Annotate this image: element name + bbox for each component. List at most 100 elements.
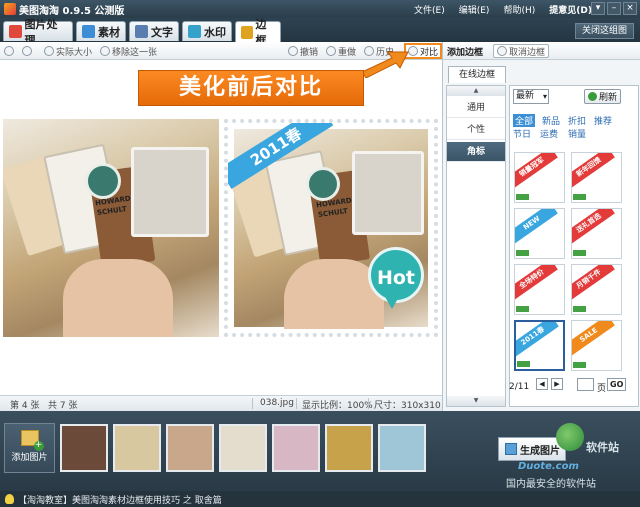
text-icon (135, 25, 148, 38)
border-thumb-new[interactable]: NEW (514, 208, 565, 259)
watermark-icon (188, 25, 201, 38)
tab-label: 素材 (98, 25, 120, 39)
film-thumb[interactable] (378, 424, 426, 472)
thumb-tag (573, 306, 586, 312)
corner-tag: 全场特价 (515, 265, 558, 301)
stamp-circle (306, 167, 340, 201)
thumb-tag (517, 361, 530, 367)
film-thumb[interactable] (272, 424, 320, 472)
border-thumb-gift[interactable]: 送礼首选 (571, 208, 622, 259)
border-thumb-bestseller[interactable]: 销量冠军 (514, 152, 565, 203)
tab-text[interactable]: 文字 (129, 21, 179, 41)
tab-label: 文字 (151, 25, 173, 39)
tab-image-processing[interactable]: 图片处理 (3, 18, 73, 47)
border-thumb-new-year[interactable]: 新年回馈 (571, 152, 622, 203)
callout-arrow-icon (362, 51, 409, 78)
corner-tag: NEW (515, 209, 558, 245)
go-page-button[interactable]: GO (607, 378, 627, 391)
menu-feedback[interactable]: 提意见(D) (549, 3, 592, 16)
undo-button[interactable]: 撤销 (288, 44, 318, 58)
prev-page-icon[interactable]: ◀ (536, 378, 548, 390)
total-pages: 共 7 张 (48, 401, 78, 411)
image-size: 尺寸：310x310 (374, 401, 441, 411)
menu-file[interactable]: 文件(E) (414, 3, 445, 16)
thumb-tag (573, 194, 586, 200)
border-panel-header: 添加边框 取消边框 (443, 42, 640, 60)
filter-all[interactable]: 全部 (513, 114, 536, 127)
filter-shipping[interactable]: 运费 (540, 127, 558, 140)
watermark-url: Duote.com (518, 461, 579, 472)
generate-label: 生成图片 (520, 445, 560, 457)
cancel-border-button[interactable]: 取消边框 (493, 44, 550, 58)
actual-size-icon (44, 46, 54, 56)
film-thumb-selected[interactable] (219, 424, 267, 472)
minimize-icon[interactable]: – (607, 2, 621, 15)
actual-size-button[interactable]: 实际大小 (44, 44, 92, 58)
after-photo: HOWARD SCHULT 2011春 Hot (228, 123, 428, 329)
filmstrip: 添加图片 生成图片 软件站 Duote.com 国内最安全的软件站 (0, 411, 640, 491)
undo-icon (288, 46, 298, 56)
zoom-in-icon (22, 46, 32, 56)
compare-label: 对比 (420, 47, 439, 58)
border-thumb-monthly-sales[interactable]: 月销千件 (571, 264, 622, 315)
zoom-out-button[interactable] (4, 44, 14, 58)
hot-badge-tail (384, 295, 400, 309)
redo-button[interactable]: 重做 (326, 44, 356, 58)
page-indicator: 2/11 (509, 382, 530, 392)
add-photo-button[interactable]: 添加图片 (4, 423, 55, 473)
menu-edit[interactable]: 编辑(E) (459, 3, 490, 16)
scroll-up-icon[interactable]: ▲ (447, 86, 505, 96)
redo-icon (326, 46, 336, 56)
sort-select[interactable]: 最新 (513, 89, 549, 104)
category-personal[interactable]: 个性 (447, 120, 505, 140)
watermark-logo-icon (556, 423, 584, 451)
refresh-label: 刷新 (599, 93, 618, 103)
close-icon[interactable]: × (623, 2, 637, 15)
border-grid: 最新 刷新 全部 新品 折扣 推荐 节日 运费 销量 销量冠军 新年回馈 NEW… (509, 85, 639, 407)
menu-help[interactable]: 帮助(H) (503, 3, 535, 16)
filter-sales[interactable]: 销量 (568, 127, 586, 140)
material-icon (82, 25, 95, 38)
page-number-input[interactable] (577, 378, 594, 391)
film-thumb[interactable] (60, 424, 108, 472)
add-border-label: 添加边框 (447, 48, 484, 58)
tab-border[interactable]: 边框 (235, 18, 281, 47)
tab-materials[interactable]: 素材 (76, 21, 126, 41)
refresh-button[interactable]: 刷新 (584, 89, 622, 104)
dropdown-icon[interactable]: ▾ (591, 2, 605, 15)
corner-tag: 销量冠军 (515, 153, 558, 189)
window-controls: ▾ – × (591, 2, 637, 15)
filter-new[interactable]: 新品 (542, 114, 560, 127)
border-thumb-special-price[interactable]: 全场特价 (514, 264, 565, 315)
tab-online-borders[interactable]: 在线边框 (448, 66, 506, 83)
remove-icon (100, 46, 110, 56)
category-corner-tag[interactable]: 角标 (447, 142, 505, 162)
corner-tag: 送礼首选 (572, 209, 615, 245)
tab-watermark[interactable]: 水印 (182, 21, 232, 41)
undo-label: 撤销 (300, 47, 319, 58)
filter-recommend[interactable]: 推荐 (594, 114, 612, 127)
close-album-button[interactable]: 关闭这组图 (574, 23, 634, 39)
actual-size-label: 实际大小 (56, 47, 93, 58)
film-thumb[interactable] (113, 424, 161, 472)
menu-bar: 文件(E) 编辑(E) 帮助(H) 提意见(D) (414, 0, 592, 18)
border-thumb-sale[interactable]: SALE (571, 320, 622, 371)
add-folder-icon (20, 430, 44, 451)
border-thumb-spring[interactable]: 2011春 (514, 320, 565, 371)
category-general[interactable]: 通用 (447, 98, 505, 118)
remove-image-button[interactable]: 移除这一张 (100, 44, 157, 58)
scroll-down-icon[interactable]: ▼ (447, 396, 505, 406)
next-page-icon[interactable]: ▶ (551, 378, 563, 390)
film-thumb[interactable] (325, 424, 373, 472)
film-spacer (431, 424, 433, 472)
film-thumb[interactable] (166, 424, 214, 472)
status-bar: 第 4 张 共 7 张 038.jpg 显示比例：100% 尺寸：310x310 (0, 395, 442, 411)
filter-holiday[interactable]: 节日 (513, 127, 531, 140)
zoom-in-button[interactable] (22, 44, 32, 58)
thumb-tag (573, 250, 586, 256)
corner-tag: SALE (572, 321, 615, 357)
cancel-icon (497, 46, 507, 56)
divider (368, 398, 369, 409)
tip-link[interactable]: 【淘淘教室】美图淘淘素材边框使用技巧 之 取舍篇 (18, 493, 222, 506)
filter-discount[interactable]: 折扣 (568, 114, 586, 127)
